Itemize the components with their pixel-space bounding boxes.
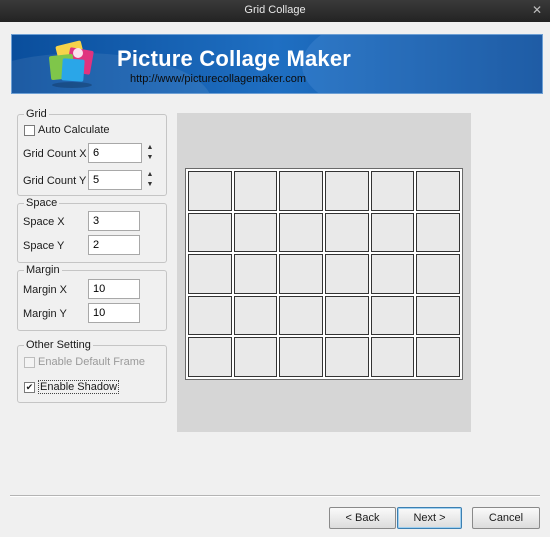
spin-up-icon[interactable]: ▲ [144,143,156,153]
grid-cell [416,212,460,253]
margin-y-input[interactable] [88,303,140,323]
grid-cell [325,212,369,253]
space-x-input[interactable] [88,211,140,231]
grid-cell [233,295,278,336]
grid-cell [325,171,369,211]
check-icon: ✔ [25,381,34,392]
grid-cell [370,254,415,294]
space-y-input[interactable] [88,235,140,255]
grid-cell [370,212,415,253]
app-name: Picture Collage Maker [117,46,352,71]
enable-default-frame-label: Enable Default Frame [38,356,145,368]
grid-cell [233,254,278,294]
space-legend: Space [26,197,58,209]
enable-shadow-box[interactable]: ✔ [24,381,35,393]
close-icon[interactable]: ✕ [532,3,542,17]
grid-cell [279,337,323,377]
auto-calculate-checkbox[interactable]: Auto Calculate [24,124,110,136]
margin-x-label: Margin X [23,284,68,296]
enable-default-frame-box[interactable] [24,356,35,368]
grid-cell [233,212,278,253]
auto-calculate-label: Auto Calculate [38,124,110,136]
grid-cell [370,171,415,211]
grid-cell [416,171,460,211]
collage-grid [188,171,460,377]
cancel-button[interactable]: Cancel [472,507,540,529]
grid-cell [416,254,460,294]
collage-grid-frame [185,168,463,380]
grid-cell [188,212,232,253]
grid-count-y-spinner[interactable]: ▲ ▼ [144,170,156,190]
app-url: http://www/picturecollagemaker.com [130,73,307,85]
auto-calculate-box[interactable] [24,124,35,136]
grid-count-x-label: Grid Count X [23,148,87,160]
enable-default-frame-checkbox[interactable]: Enable Default Frame [24,356,145,368]
grid-cell [325,295,369,336]
grid-cell [279,295,323,336]
other-setting-legend: Other Setting [26,339,91,351]
enable-shadow-checkbox[interactable]: ✔ Enable Shadow [24,380,120,394]
space-x-label: Space X [23,216,65,228]
grid-cell [325,254,369,294]
grid-cell [279,212,323,253]
margin-legend: Margin [26,264,60,276]
app-banner: Picture Collage Maker http://www/picture… [11,34,543,94]
margin-x-input[interactable] [88,279,140,299]
next-button[interactable]: Next > [397,507,462,529]
space-y-label: Space Y [23,240,65,252]
collage-preview [177,113,471,432]
app-logo-icon [49,40,94,88]
grid-cell [370,295,415,336]
grid-count-x-spinner[interactable]: ▲ ▼ [144,143,156,163]
grid-cell [233,337,278,377]
grid-cell [370,337,415,377]
enable-shadow-label: Enable Shadow [38,380,120,394]
grid-cell [325,337,369,377]
title-bar: Grid Collage ✕ [0,0,550,22]
grid-cell [233,171,278,211]
grid-cell [279,254,323,294]
grid-legend: Grid [26,108,47,120]
spin-down-icon[interactable]: ▼ [144,153,156,163]
window-title: Grid Collage [244,4,306,16]
spin-up-icon[interactable]: ▲ [144,170,156,180]
grid-cell [188,171,232,211]
grid-cell [416,337,460,377]
spin-down-icon[interactable]: ▼ [144,180,156,190]
grid-count-y-input[interactable] [88,170,142,190]
margin-y-label: Margin Y [23,308,67,320]
grid-count-x-input[interactable] [88,143,142,163]
grid-cell [279,171,323,211]
grid-count-y-label: Grid Count Y [23,175,87,187]
grid-cell [188,337,232,377]
grid-cell [188,295,232,336]
footer-divider [10,495,540,497]
back-button[interactable]: < Back [329,507,396,529]
grid-cell [188,254,232,294]
grid-cell [416,295,460,336]
